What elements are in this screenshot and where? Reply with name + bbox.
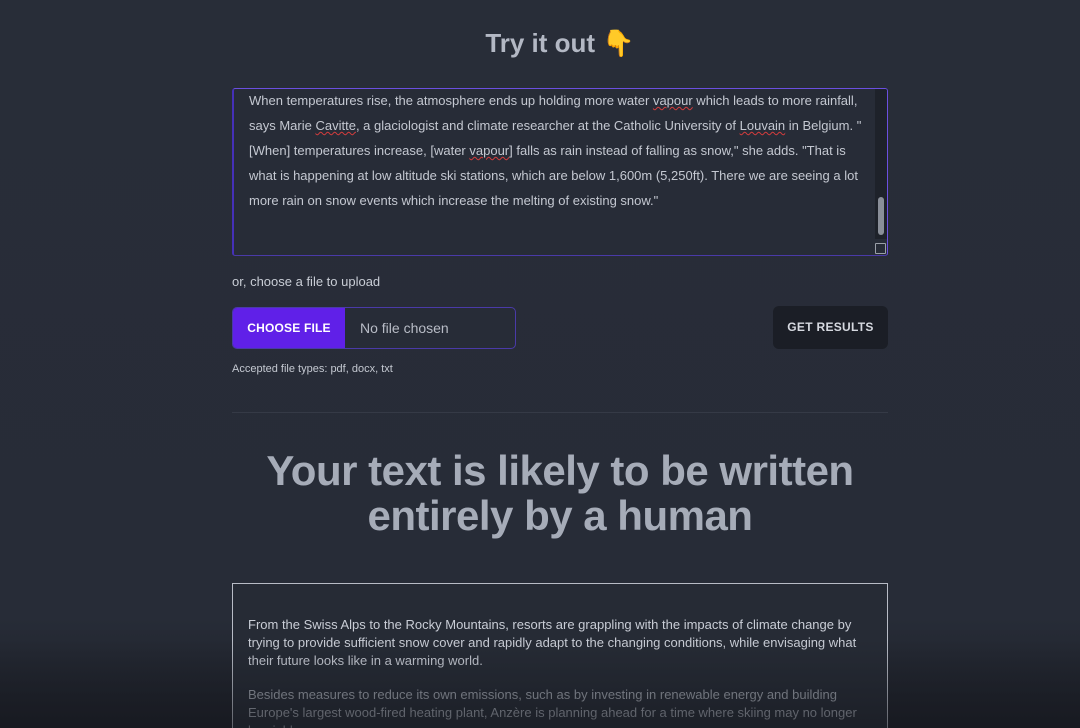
result-text-box: From the Swiss Alps to the Rocky Mountai… [232,583,888,728]
accepted-file-types: Accepted file types: pdf, docx, txt [232,363,393,375]
file-status-text: No file chosen [360,320,449,336]
text-segment: , a glaciologist and climate researcher … [355,118,740,133]
text-input-content[interactable]: When temperatures rise, the atmosphere e… [249,89,869,213]
result-headline: Your text is likely to be written entire… [266,447,854,539]
textarea-scrollbar[interactable] [875,89,887,239]
text-segment: When temperatures rise, the atmosphere e… [249,93,653,108]
misspelled-word: vapour [469,143,510,158]
choose-file-button[interactable]: CHOOSE FILE [233,308,345,348]
misspelled-word: Louvain [739,118,786,133]
text-input-area[interactable]: When temperatures rise, the atmosphere e… [232,88,888,256]
resize-handle-icon[interactable] [875,243,886,254]
upload-label: or, choose a file to upload [232,274,381,289]
divider [232,412,888,413]
result-paragraph: Besides measures to reduce its own emiss… [248,687,857,728]
misspelled-word: vapour [652,93,693,108]
misspelled-word: Cavitte [315,118,356,133]
file-input[interactable]: CHOOSE FILE No file chosen [232,307,516,349]
page-title: Try it out 👇 [485,28,635,58]
scrollbar-thumb[interactable] [878,197,884,235]
get-results-button[interactable]: GET RESULTS [773,306,888,349]
result-paragraph: From the Swiss Alps to the Rocky Mountai… [248,617,857,668]
